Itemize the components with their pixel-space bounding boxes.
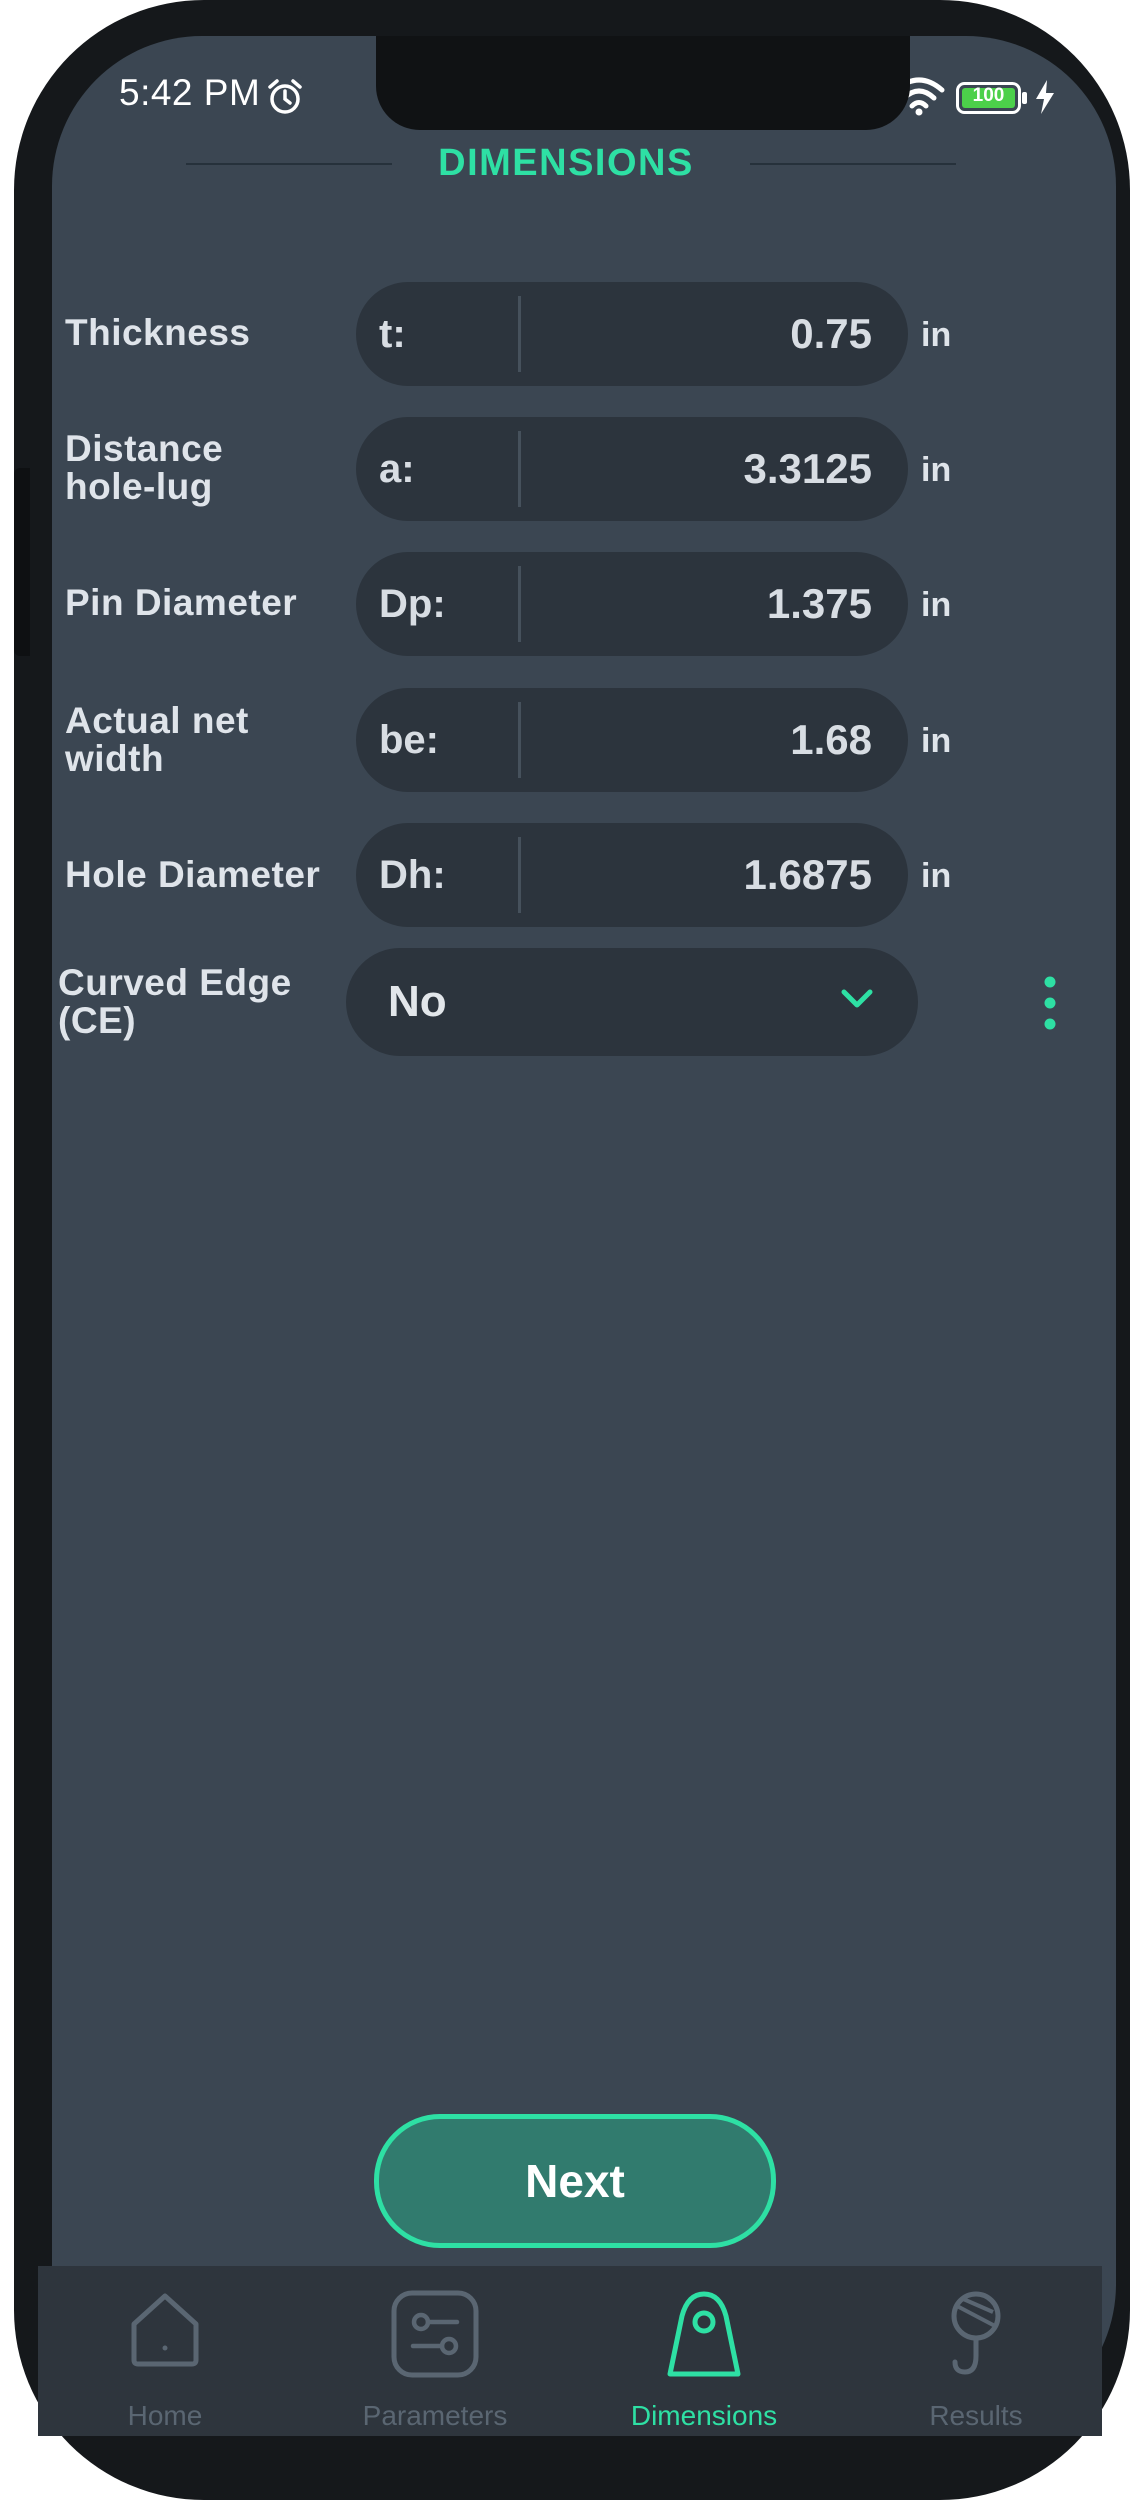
field-divider [518, 566, 521, 642]
distance-hole-lug-input[interactable]: a: 3.3125 [356, 417, 908, 521]
hole-diameter-unit: in [921, 857, 952, 895]
thickness-label: Thickness [65, 312, 251, 353]
pin-diameter-input[interactable]: Dp: 1.375 [356, 552, 908, 656]
curved-edge-label: Curved Edge (CE) [58, 962, 292, 1041]
hole-diameter-input[interactable]: Dh: 1.6875 [356, 823, 908, 927]
chevron-down-icon [841, 989, 873, 1008]
tab-home-label: Home [127, 2400, 203, 2431]
net-width-symbol: be: [379, 718, 439, 762]
status-time: 5:42 PM [119, 72, 261, 113]
home-icon [131, 2293, 199, 2367]
thickness-input[interactable]: t: 0.75 [356, 282, 908, 386]
notch [376, 36, 910, 130]
pin-diameter-label: Pin Diameter [65, 582, 298, 623]
actual-net-width-input[interactable]: be: 1.68 [356, 688, 908, 792]
distance-hole-lug-label: Distance hole-lug [65, 428, 224, 507]
page-title: DIMENSIONS [438, 142, 694, 184]
thickness-value[interactable]: 0.75 [790, 282, 872, 386]
tab-dimensions[interactable]: Dimensions [594, 2290, 814, 2431]
battery-level: 100 [972, 85, 1005, 106]
curved-edge-value: No [388, 977, 447, 1026]
pin-diameter-unit: in [921, 586, 952, 624]
lug-icon [667, 2291, 741, 2377]
phone-side-button [14, 468, 30, 656]
thickness-unit: in [921, 316, 952, 354]
tab-home[interactable]: Home [55, 2290, 275, 2431]
net-width-unit: in [921, 722, 952, 760]
tab-results-label: Results [929, 2400, 1023, 2431]
pin-diameter-value[interactable]: 1.375 [767, 552, 872, 656]
charging-icon [1036, 80, 1054, 114]
thickness-symbol: t: [379, 312, 406, 356]
tab-results[interactable]: Results [866, 2290, 1086, 2431]
distance-value[interactable]: 3.3125 [744, 417, 872, 521]
distance-symbol: a: [379, 447, 415, 491]
pin-diameter-symbol: Dp: [379, 582, 446, 626]
field-divider [518, 702, 521, 778]
tab-dimensions-label: Dimensions [630, 2400, 778, 2431]
tab-parameters[interactable]: Parameters [325, 2290, 545, 2431]
tab-parameters-label: Parameters [362, 2400, 508, 2431]
more-options-icon[interactable] [1041, 975, 1059, 1031]
distance-unit: in [921, 451, 952, 489]
hole-diameter-symbol: Dh: [379, 853, 446, 897]
field-divider [518, 296, 521, 372]
field-divider [518, 431, 521, 507]
field-divider [518, 837, 521, 913]
hole-diameter-label: Hole Diameter [65, 854, 321, 895]
screen [52, 36, 1116, 2434]
crane-hook-icon [951, 2291, 1001, 2375]
sliders-icon [391, 2290, 479, 2378]
curved-edge-select[interactable]: No [346, 948, 918, 1056]
next-button[interactable]: Next [374, 2114, 776, 2248]
actual-net-width-label: Actual net width [65, 700, 249, 779]
alarm-icon [268, 79, 302, 114]
net-width-value[interactable]: 1.68 [790, 688, 872, 792]
hole-diameter-value[interactable]: 1.6875 [744, 823, 872, 927]
